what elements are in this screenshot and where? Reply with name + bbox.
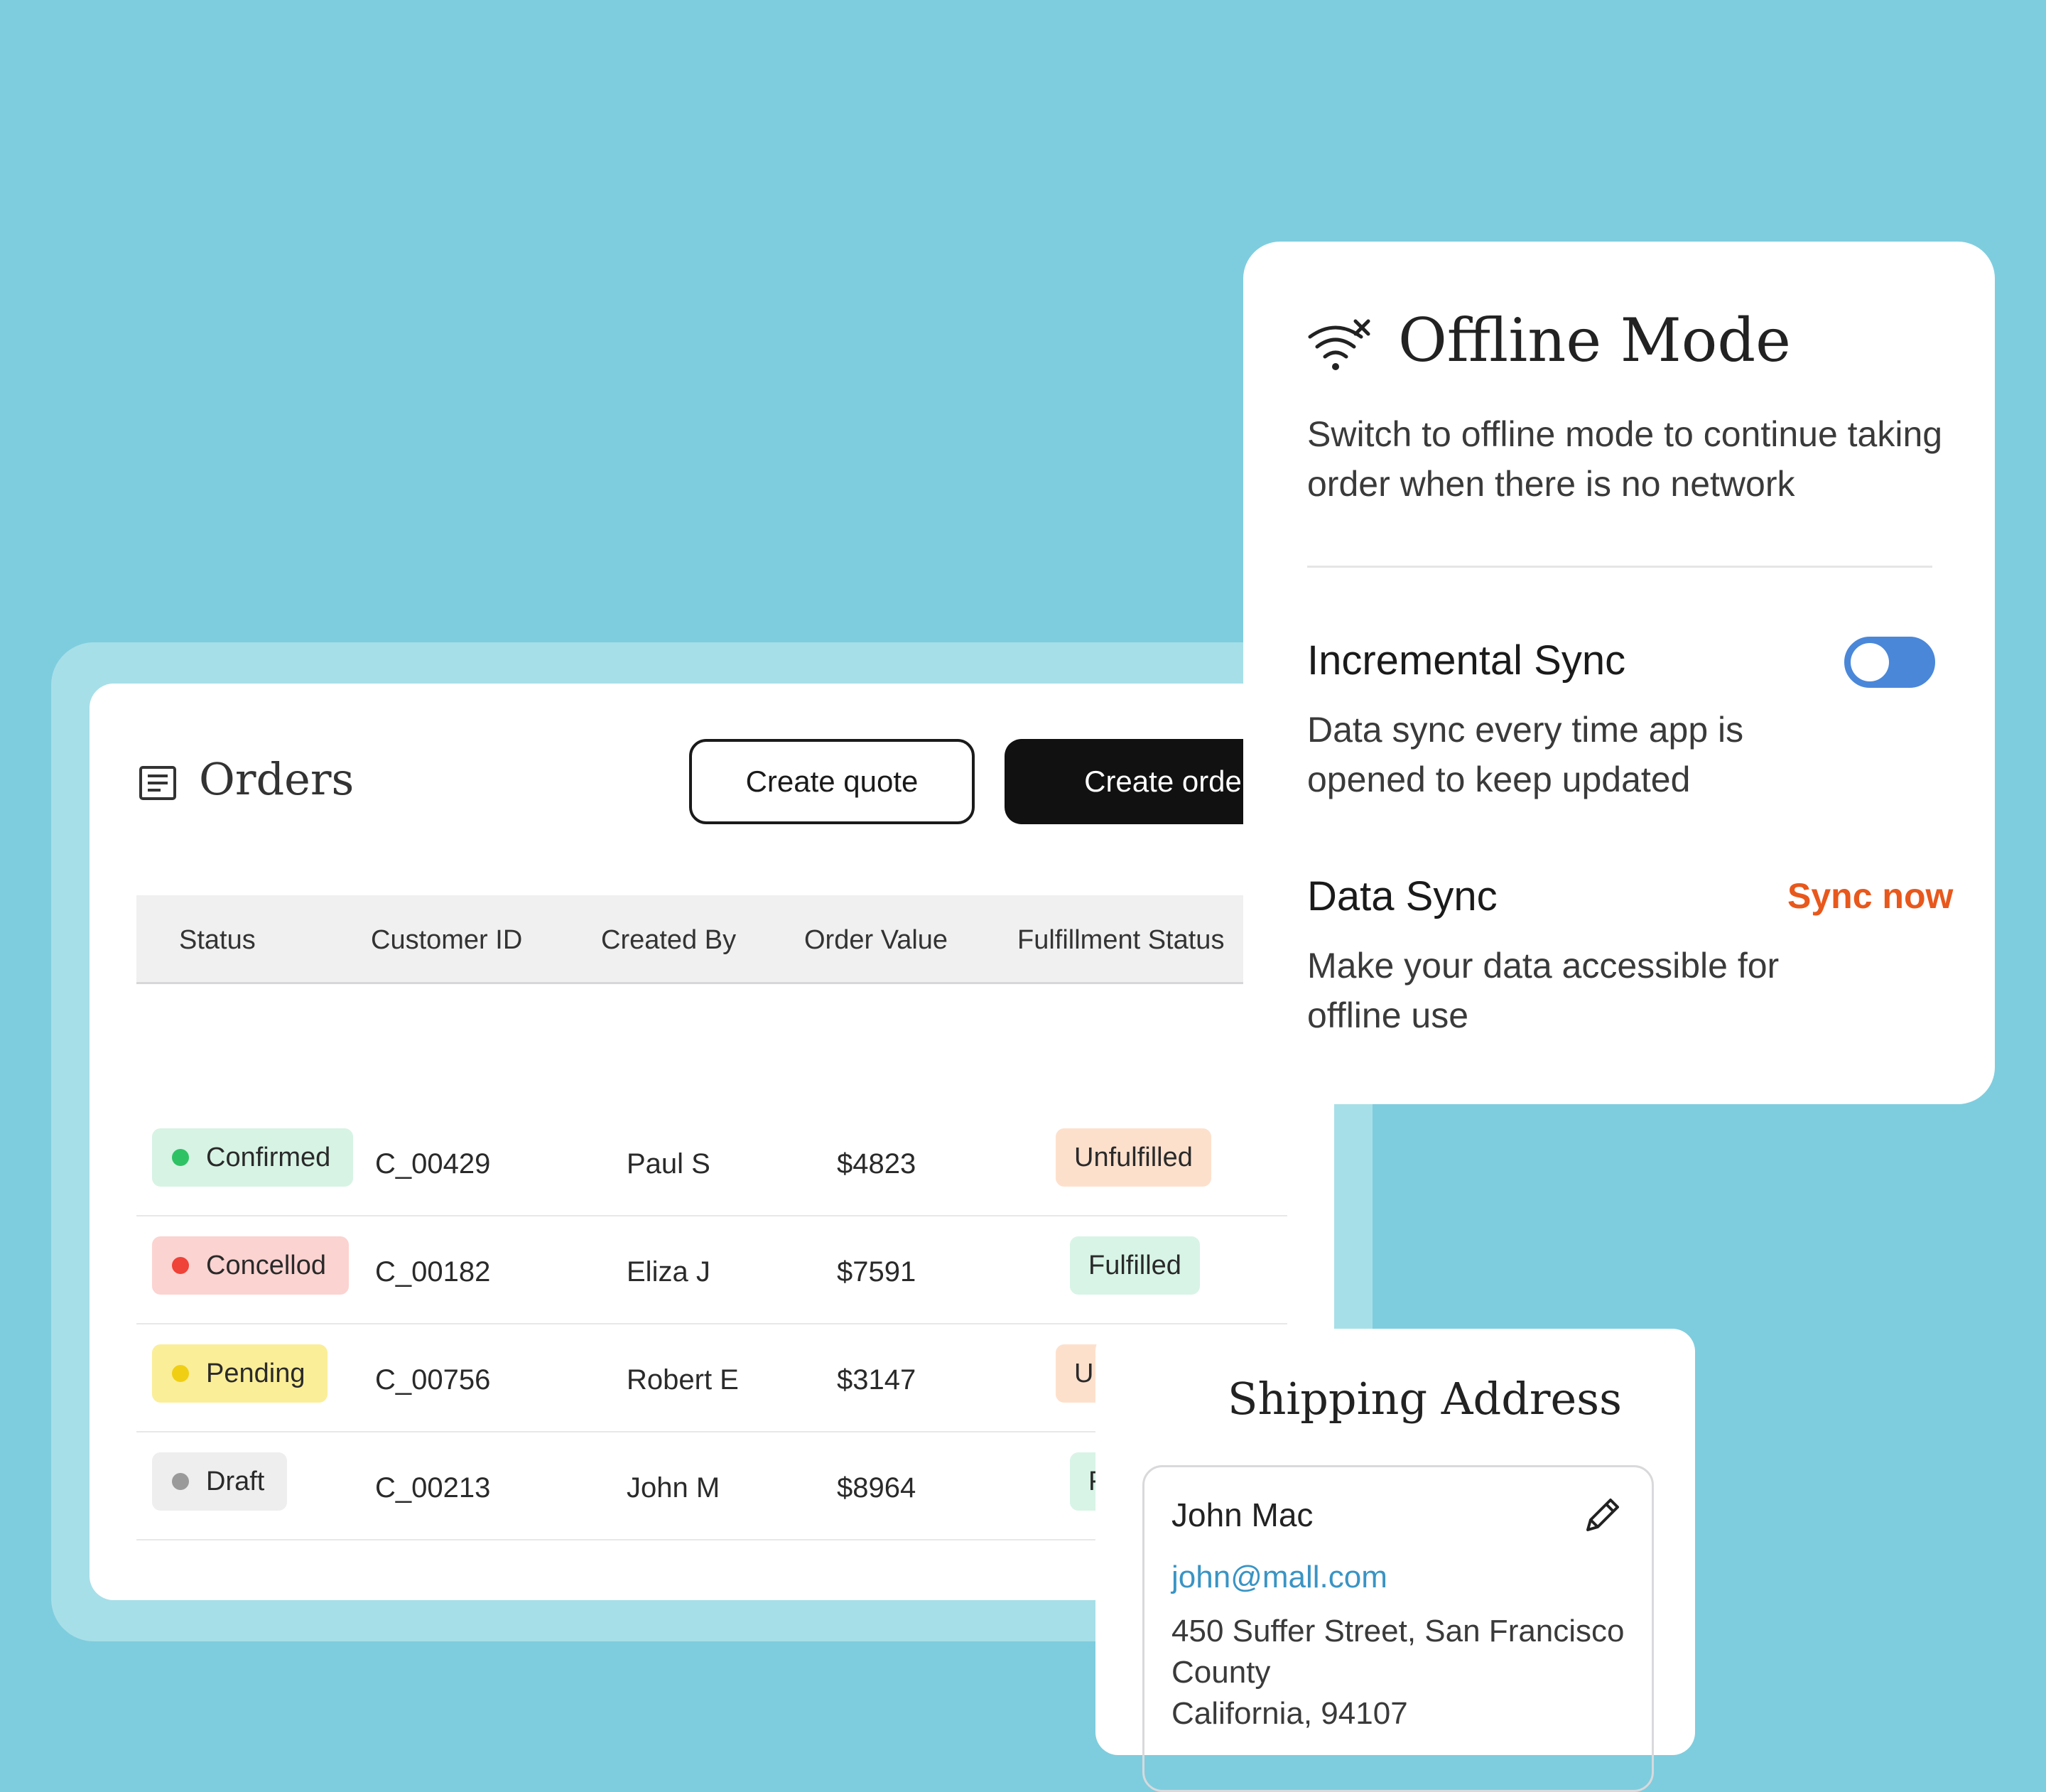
recipient-email-link[interactable]: john@mall.com: [1171, 1560, 1387, 1595]
customer-id: C_00213: [375, 1472, 491, 1504]
status-label: Draft: [206, 1466, 265, 1496]
column-header-customer-id[interactable]: Customer ID: [371, 925, 522, 956]
status-label: Concellod: [206, 1250, 326, 1280]
customer-id: C_00756: [375, 1364, 491, 1396]
address-line-2: California, 94107: [1171, 1696, 1408, 1731]
address-box: John Mac john@mall.com 450 Suffer Street…: [1142, 1465, 1654, 1792]
fulfillment-badge: Unfulfilled: [1056, 1128, 1211, 1187]
order-value: $8964: [837, 1472, 916, 1504]
status-dot: [172, 1149, 189, 1166]
data-sync-description: Make your data accessible for offline us…: [1307, 946, 1780, 1035]
shipping-address-title: Shipping Address: [1228, 1373, 1622, 1425]
status-badge-draft: Draft: [152, 1452, 288, 1511]
order-value: $7591: [837, 1256, 916, 1288]
page-title: Orders: [199, 753, 354, 805]
offline-mode-card: Offline Mode Switch to offline mode to c…: [1243, 242, 1995, 1104]
incremental-sync-description: Data sync every time app is opened to ke…: [1307, 710, 1744, 799]
customer-id: C_00429: [375, 1148, 491, 1180]
order-value: $3147: [837, 1364, 916, 1396]
incremental-sync-toggle[interactable]: [1844, 637, 1935, 688]
create-quote-button[interactable]: Create quote: [689, 739, 975, 824]
status-dot: [172, 1365, 189, 1382]
status-label: Pending: [206, 1358, 305, 1388]
created-by: Robert E: [627, 1364, 739, 1396]
column-header-created-by[interactable]: Created By: [601, 925, 736, 956]
created-by: Paul S: [627, 1148, 710, 1180]
created-by: Eliza J: [627, 1256, 710, 1288]
order-value: $4823: [837, 1148, 916, 1180]
wifi-off-icon: [1308, 319, 1370, 370]
data-sync-title: Data Sync: [1307, 873, 1498, 919]
status-label: Confirmed: [206, 1142, 331, 1172]
status-dot: [172, 1473, 189, 1490]
shipping-address-card: Shipping Address John Mac john@mall.com …: [1095, 1329, 1695, 1792]
toggle-knob: [1851, 643, 1889, 681]
receipt-list-icon: [139, 766, 176, 800]
offline-mode-description: Switch to offline mode to continue takin…: [1307, 414, 1943, 504]
table-header: Status Customer ID Created By Order Valu…: [136, 895, 1334, 984]
status-badge-cancelled: Concellod: [152, 1236, 349, 1295]
fulfillment-badge: Fulfilled: [1070, 1236, 1200, 1295]
status-badge-confirmed: Confirmed: [152, 1128, 354, 1187]
column-header-order-value[interactable]: Order Value: [804, 925, 948, 956]
address-line-1: 450 Suffer Street, San Francisco County: [1171, 1614, 1625, 1690]
incremental-sync-title: Incremental Sync: [1307, 637, 1626, 684]
created-by: John M: [627, 1472, 720, 1504]
status-badge-pending: Pending: [152, 1344, 328, 1403]
status-dot: [172, 1257, 189, 1274]
offline-mode-title: Offline Mode: [1398, 306, 1791, 375]
table-row[interactable]: Concellod C_00182 Eliza J $7591 Fulfille…: [136, 1216, 1287, 1324]
divider: [1307, 566, 1932, 568]
recipient-name: John Mac: [1171, 1496, 1314, 1533]
customer-id: C_00182: [375, 1256, 491, 1288]
address-text: 450 Suffer Street, San Francisco County …: [1171, 1611, 1640, 1734]
table-row[interactable]: Confirmed C_00429 Paul S $4823 Unfulfill…: [136, 1108, 1287, 1216]
pencil-icon[interactable]: [1579, 1493, 1625, 1538]
column-header-status[interactable]: Status: [179, 925, 256, 956]
sync-now-button[interactable]: Sync now: [1787, 875, 1953, 917]
column-header-fulfillment-status[interactable]: Fulfillment Status: [1017, 925, 1224, 956]
